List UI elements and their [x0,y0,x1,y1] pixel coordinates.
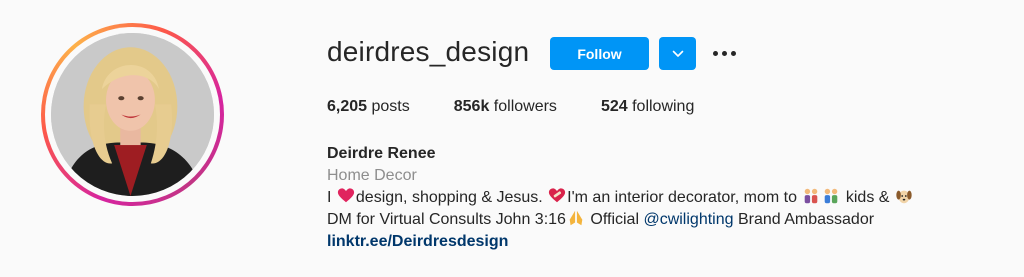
posts-count: 6,205 [327,98,368,115]
bio-text: Brand Ambassador [737,211,875,228]
posts-label: posts [371,98,410,115]
dog-face-icon [895,187,913,205]
follow-button[interactable]: Follow [550,37,649,70]
profile-stats: 6,205 posts 856k followers 524 following [327,98,738,116]
followers-count: 856k [453,98,490,115]
website-link[interactable]: linktr.ee/Deirdresdesign [327,231,1007,253]
bio: Deirdre Renee Home Decor I design, shopp… [327,143,1007,253]
bio-line-1: I design, shopping & Jesus. I'm an inter… [327,187,1007,209]
more-options-icon [712,50,718,56]
more-options-button[interactable] [710,41,738,65]
avatar-photo [51,33,214,196]
username: deirdres_design [327,36,530,67]
bio-text: I [327,189,332,206]
followers-stat[interactable]: 856k followers [454,98,557,116]
following-count: 524 [600,98,628,115]
family-icon [822,187,840,205]
mending-heart-icon [548,187,566,205]
posts-stat: 6,205 posts [327,98,410,116]
following-stat[interactable]: 524 following [601,98,694,116]
avatar[interactable] [51,33,214,196]
bio-line-2: DM for Virtual Consults John 3:16 Offici… [327,209,1007,231]
profile-header: deirdres_design Follow 6,205 posts 856k … [0,0,1024,277]
bio-text: design, shopping & Jesus. [355,189,543,206]
red-heart-icon [337,187,355,205]
suggested-dropdown-button[interactable] [659,37,696,70]
full-name: Deirdre Renee [327,145,436,162]
following-label: following [632,98,695,115]
bio-text: I'm an interior decorator, mom to [567,189,797,206]
family-icon [802,187,820,205]
praying-hands-icon [567,209,585,227]
mention-link[interactable]: @cwilighting [643,211,733,228]
bio-text: kids & [845,189,890,206]
followers-label: followers [493,98,557,115]
category-label: Home Decor [327,167,417,184]
story-ring[interactable] [41,23,224,206]
bio-text: DM for Virtual Consults John 3:16 [327,211,566,228]
bio-text: Official [590,211,639,228]
chevron-down-icon [672,50,683,57]
